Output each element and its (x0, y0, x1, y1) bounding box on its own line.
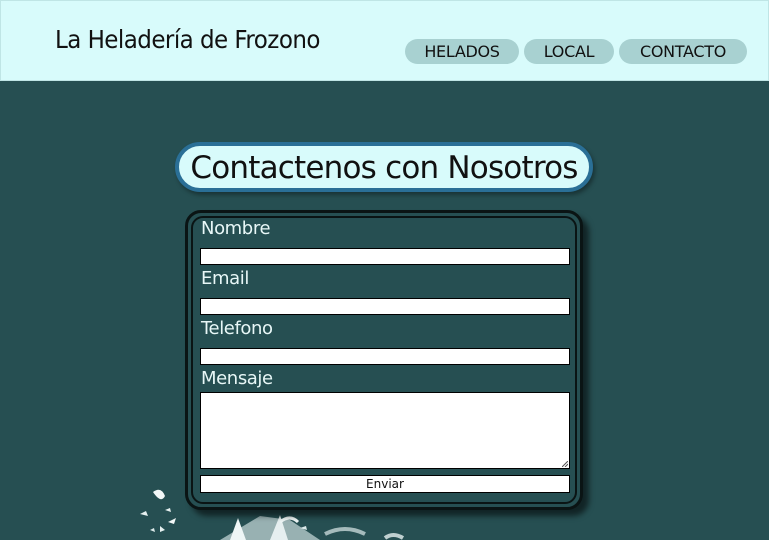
nombre-label: Nombre (201, 218, 271, 239)
telefono-label: Telefono (201, 318, 273, 339)
nombre-field[interactable] (200, 248, 570, 265)
site-brand[interactable]: La Heladería de Frozono (55, 25, 320, 54)
enviar-button[interactable]: Enviar (200, 475, 570, 493)
email-label: Email (201, 268, 249, 289)
page-title: Contactenos con Nosotros (175, 142, 593, 192)
site-header: La Heladería de Frozono HELADOS LOCAL CO… (0, 0, 769, 81)
nav-item-contacto[interactable]: CONTACTO (619, 39, 747, 64)
telefono-field[interactable] (200, 348, 570, 365)
textarea-resize-icon[interactable] (562, 461, 568, 467)
nav-item-local[interactable]: LOCAL (524, 39, 614, 64)
mensaje-label: Mensaje (201, 368, 273, 389)
email-field[interactable] (200, 298, 570, 315)
nav-item-helados[interactable]: HELADOS (405, 39, 519, 64)
mensaje-textarea[interactable] (200, 392, 570, 469)
main-nav: HELADOS LOCAL CONTACTO (405, 39, 747, 64)
